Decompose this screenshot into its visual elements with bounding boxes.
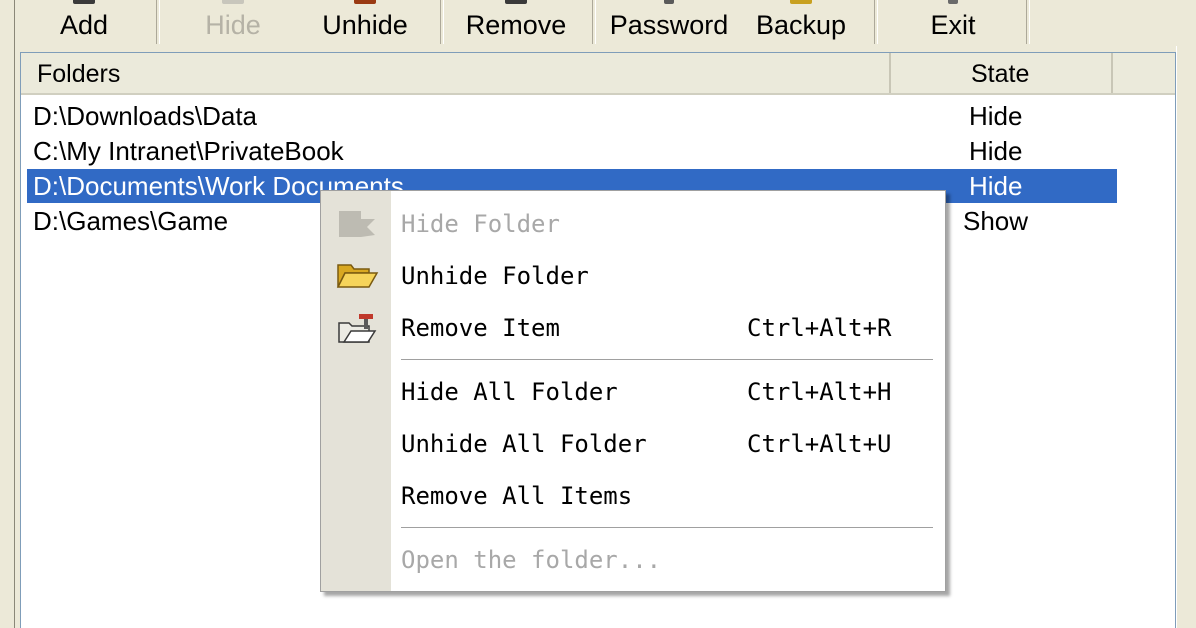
remove-button-label: Remove [465,10,567,40]
toolbar-separator [440,0,444,44]
menu-item-label: Remove All Items [401,482,633,510]
exit-button-label: Exit [930,10,976,40]
menu-item-label: Remove Item [401,314,560,342]
menu-item-label: Unhide All Folder [401,430,647,458]
hide-icon [222,0,244,4]
menu-separator [401,359,933,361]
backup-icon [790,0,812,4]
unhide-icon [354,0,376,4]
table-row[interactable]: C:\My Intranet\PrivateBook Hide [27,134,1117,168]
password-button[interactable]: Password [608,0,730,44]
folder-state: Hide [969,171,1023,201]
menu-item-remove-item[interactable]: Remove Item Ctrl+Alt+R [321,303,945,353]
column-header-state[interactable]: State [891,53,1113,93]
menu-item-unhide-folder[interactable]: Unhide Folder [321,251,945,301]
folder-state: Hide [969,101,1023,131]
add-button[interactable]: Add [40,0,128,44]
backup-button[interactable]: Backup [748,0,854,44]
column-header-folders[interactable]: Folders [21,53,891,93]
toolbar-separator [592,0,596,44]
password-button-label: Password [609,10,729,40]
hide-folder-icon [335,207,379,241]
unhide-button-label: Unhide [322,10,408,40]
menu-item-open-the-folder[interactable]: Open the folder... [321,535,945,585]
remove-icon [505,0,527,4]
backup-button-label: Backup [755,10,847,40]
window-left-frame [0,0,15,628]
exit-icon [948,0,958,4]
remove-button[interactable]: Remove [460,0,572,44]
menu-item-shortcut: Ctrl+Alt+U [747,430,892,458]
context-menu: Hide Folder Unhide Folder Remove Item Ct… [320,190,946,592]
menu-item-unhide-all-folder[interactable]: Unhide All Folder Ctrl+Alt+U [321,419,945,469]
window-right-frame [1176,46,1196,628]
open-folder-icon [335,259,379,293]
hide-button[interactable]: Hide [180,0,286,44]
add-button-label: Add [59,10,109,40]
folder-state: Show [963,206,1029,236]
toolbar-separator [874,0,878,44]
remove-folder-icon [335,311,379,345]
toolbar: Add Hide Unhide Remove Password Backup E… [0,0,1196,46]
exit-button[interactable]: Exit [920,0,986,44]
unhide-button[interactable]: Unhide [310,0,420,44]
table-row[interactable]: D:\Downloads\Data Hide [27,99,1117,133]
folder-path: D:\Downloads\Data [33,101,257,131]
menu-item-label: Hide Folder [401,210,560,238]
toolbar-separator [1026,0,1030,44]
menu-item-shortcut: Ctrl+Alt+R [747,314,892,342]
menu-item-remove-all-items[interactable]: Remove All Items [321,471,945,521]
toolbar-separator [156,0,160,44]
menu-separator [401,527,933,529]
menu-item-label: Open the folder... [401,546,662,574]
hide-button-label: Hide [205,10,261,40]
menu-item-label: Hide All Folder [401,378,618,406]
add-icon [73,0,95,4]
menu-item-hide-folder[interactable]: Hide Folder [321,199,945,249]
key-icon [664,0,674,4]
folder-path: C:\My Intranet\PrivateBook [33,136,344,166]
menu-item-shortcut: Ctrl+Alt+H [747,378,892,406]
folder-path: D:\Games\Game [33,206,229,236]
folder-state: Hide [969,136,1023,166]
list-header: Folders State [21,53,1175,95]
menu-item-hide-all-folder[interactable]: Hide All Folder Ctrl+Alt+H [321,367,945,417]
menu-item-label: Unhide Folder [401,262,589,290]
